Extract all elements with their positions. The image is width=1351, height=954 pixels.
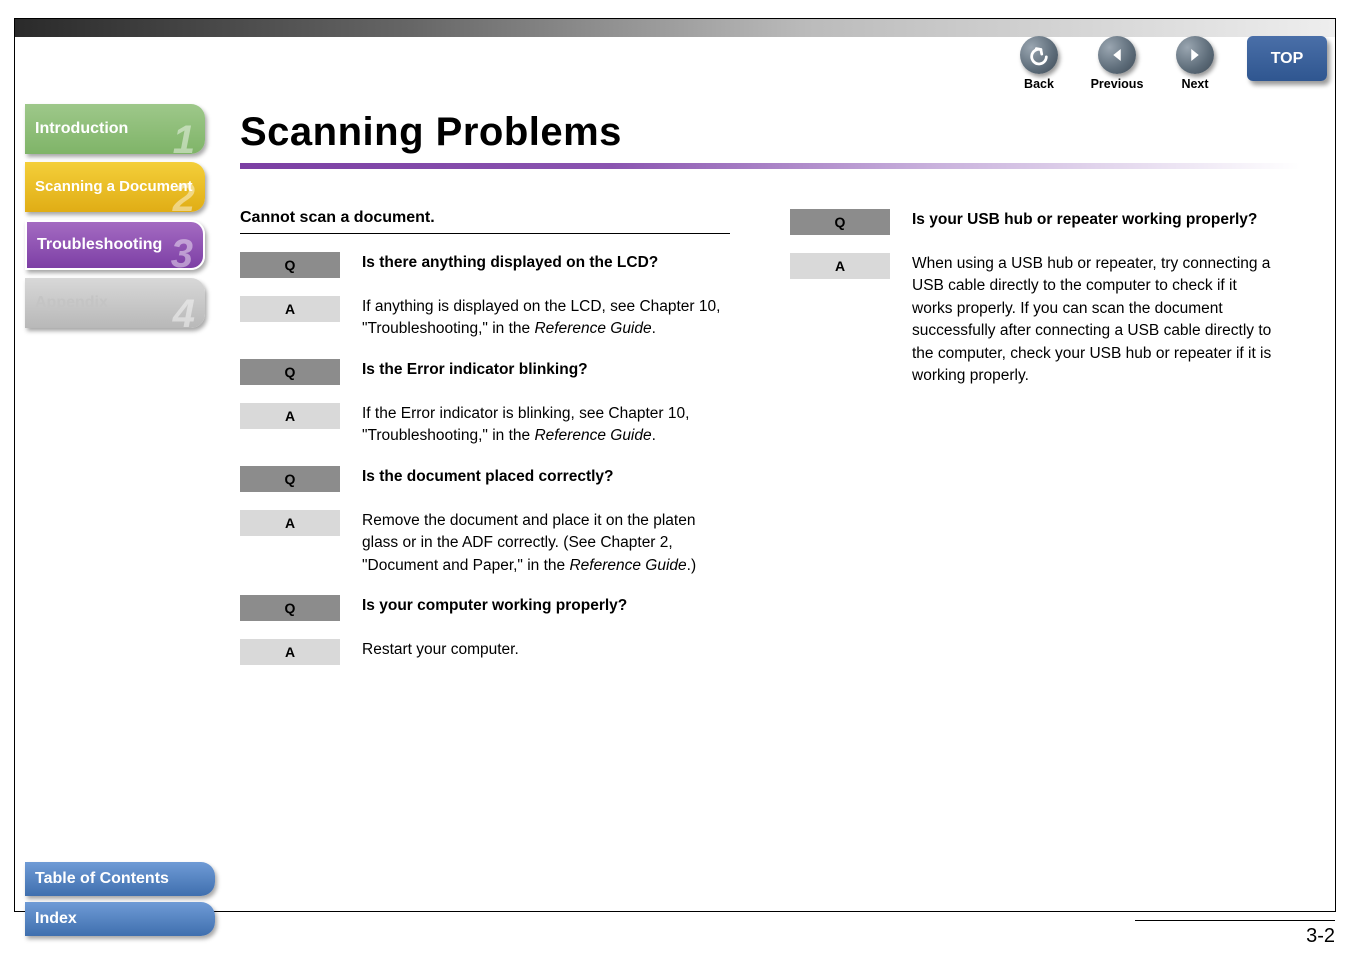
answer-text: When using a USB hub or repeater, try co… <box>912 253 1280 388</box>
nav-controls: Back Previous Next TOP <box>1009 36 1327 91</box>
tab-number: 3 <box>171 234 193 274</box>
qa-question-row: Q Is your USB hub or repeater working pr… <box>790 209 1280 235</box>
next-icon <box>1176 36 1214 74</box>
a-badge: A <box>240 296 340 322</box>
qa-answer-row: A Remove the document and place it on the… <box>240 510 730 577</box>
previous-button[interactable]: Previous <box>1087 36 1147 91</box>
next-label: Next <box>1181 77 1208 91</box>
tab-label: Introduction <box>35 120 128 138</box>
answer-text: If the Error indicator is blinking, see … <box>362 403 730 448</box>
index-button[interactable]: Index <box>25 902 215 936</box>
question-text: Is your computer working properly? <box>362 595 627 617</box>
answer-text: Remove the document and place it on the … <box>362 510 730 577</box>
answer-text: Restart your computer. <box>362 639 519 661</box>
sidebar-tab-troubleshooting[interactable]: Troubleshooting 3 <box>25 220 205 270</box>
qa-question-row: Q Is the document placed correctly? <box>240 466 730 492</box>
sidebar-tab-introduction[interactable]: Introduction 1 <box>25 104 205 154</box>
main-content: Scanning Problems Cannot scan a document… <box>240 110 1320 683</box>
a-badge: A <box>240 510 340 536</box>
answer-text: If anything is displayed on the LCD, see… <box>362 296 730 341</box>
back-button[interactable]: Back <box>1009 36 1069 91</box>
a-badge: A <box>240 403 340 429</box>
qa-question-row: Q Is the Error indicator blinking? <box>240 359 730 385</box>
page-number: 3-2 <box>1135 920 1335 948</box>
next-button[interactable]: Next <box>1165 36 1225 91</box>
back-label: Back <box>1024 77 1054 91</box>
back-icon <box>1020 36 1058 74</box>
qa-answer-row: A When using a USB hub or repeater, try … <box>790 253 1280 388</box>
qa-question-row: Q Is there anything displayed on the LCD? <box>240 252 730 278</box>
right-column: Q Is your USB hub or repeater working pr… <box>790 209 1280 683</box>
tab-label: Scanning a Document <box>35 178 193 195</box>
q-badge: Q <box>240 595 340 621</box>
top-button[interactable]: TOP <box>1247 36 1327 81</box>
sidebar: Introduction 1 Scanning a Document 2 Tro… <box>25 104 205 336</box>
q-badge: Q <box>240 359 340 385</box>
question-text: Is there anything displayed on the LCD? <box>362 252 658 274</box>
tab-number: 1 <box>173 120 195 160</box>
tab-number: 4 <box>173 294 195 334</box>
q-badge: Q <box>240 466 340 492</box>
qa-question-row: Q Is your computer working properly? <box>240 595 730 621</box>
sidebar-tab-appendix[interactable]: Appendix 4 <box>25 278 205 328</box>
tab-number: 2 <box>173 178 195 218</box>
qa-answer-row: A If the Error indicator is blinking, see… <box>240 403 730 448</box>
previous-icon <box>1098 36 1136 74</box>
sidebar-bottom: Table of Contents Index <box>25 856 215 936</box>
q-badge: Q <box>240 252 340 278</box>
qa-answer-row: A Restart your computer. <box>240 639 730 665</box>
toc-button[interactable]: Table of Contents <box>25 862 215 896</box>
tab-label: Appendix <box>35 294 108 312</box>
tab-label: Troubleshooting <box>37 236 162 254</box>
q-badge: Q <box>790 209 890 235</box>
top-gradient-bar <box>15 19 1335 37</box>
left-column: Cannot scan a document. Q Is there anythi… <box>240 209 730 683</box>
question-text: Is the document placed correctly? <box>362 466 614 488</box>
page-title: Scanning Problems <box>240 110 1320 155</box>
question-text: Is the Error indicator blinking? <box>362 359 588 381</box>
qa-answer-row: A If anything is displayed on the LCD, se… <box>240 296 730 341</box>
previous-label: Previous <box>1091 77 1144 91</box>
title-rule <box>240 163 1300 169</box>
sidebar-tab-scanning[interactable]: Scanning a Document 2 <box>25 162 205 212</box>
a-badge: A <box>790 253 890 279</box>
columns: Cannot scan a document. Q Is there anythi… <box>240 209 1320 683</box>
section-header: Cannot scan a document. <box>240 209 730 234</box>
a-badge: A <box>240 639 340 665</box>
question-text: Is your USB hub or repeater working prop… <box>912 209 1257 231</box>
